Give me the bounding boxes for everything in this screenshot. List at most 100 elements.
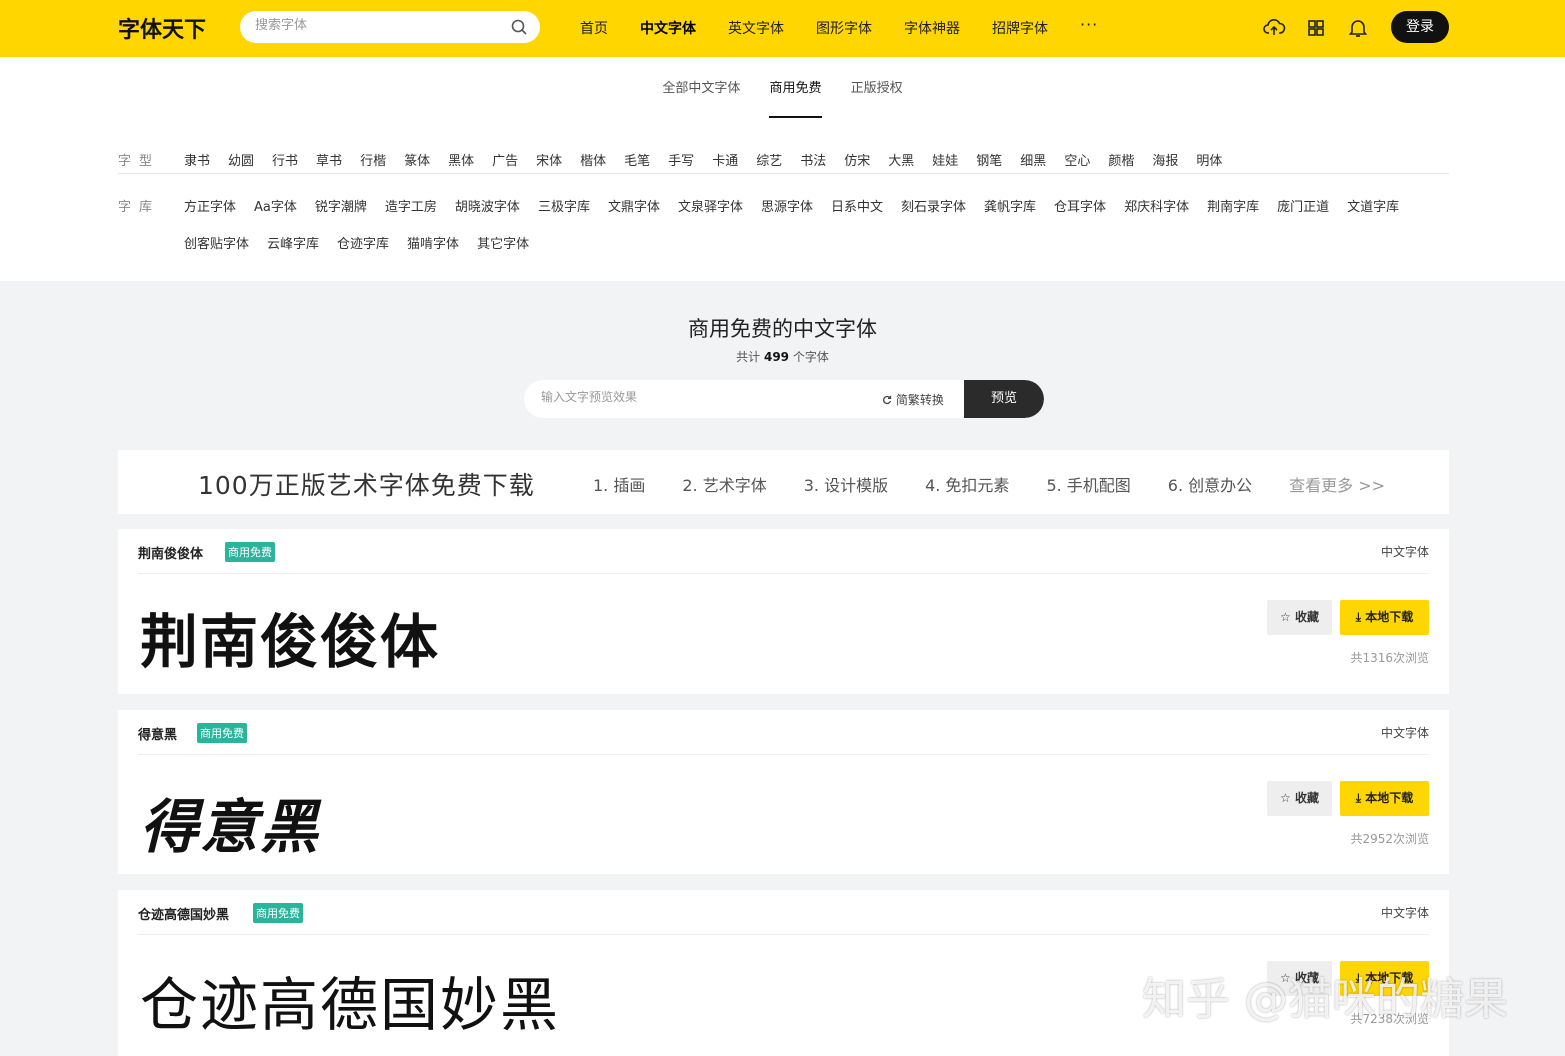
filter-lib-item[interactable]: 创客贴字体 bbox=[184, 233, 249, 252]
filter-type-item[interactable]: 手写 bbox=[668, 150, 694, 169]
filter-type-item[interactable]: 行书 bbox=[272, 150, 298, 169]
filter-lib-item[interactable]: 其它字体 bbox=[477, 233, 529, 252]
font-sample[interactable]: 仓迹高德国妙黑 bbox=[140, 958, 560, 1042]
filter-lib-item[interactable]: 猫啃字体 bbox=[407, 233, 459, 252]
filter-lib-item[interactable]: 刻石录字体 bbox=[901, 196, 966, 215]
banner-more-link[interactable]: 查看更多 >> bbox=[1289, 472, 1385, 496]
filter-type-item[interactable]: 幼圆 bbox=[228, 150, 254, 169]
font-category: 中文字体 bbox=[1380, 726, 1429, 740]
grid-icon[interactable] bbox=[1304, 16, 1328, 40]
banner-links: 1. 插画 2. 艺术字体 3. 设计模版 4. 免扣元素 5. 手机配图 6.… bbox=[593, 472, 1422, 496]
filter-type-item[interactable]: 综艺 bbox=[756, 150, 782, 169]
filter-type-item[interactable]: 卡通 bbox=[712, 150, 738, 169]
filter-lib-item[interactable]: 郑庆科字体 bbox=[1124, 196, 1189, 215]
filter-lib-item[interactable]: 思源字体 bbox=[761, 196, 813, 215]
filter-lib-item[interactable]: 方正字体 bbox=[184, 196, 236, 215]
filter-lib-item[interactable]: 文泉驿字体 bbox=[678, 196, 743, 215]
banner-link-illustration[interactable]: 1. 插画 bbox=[593, 472, 645, 496]
filter-lib-item[interactable]: 仓迹字库 bbox=[337, 233, 389, 252]
filter-type-item[interactable]: 细黑 bbox=[1020, 150, 1046, 169]
filter-lib-item[interactable]: Aa字体 bbox=[254, 196, 297, 215]
filter-type-item[interactable]: 书法 bbox=[800, 150, 826, 169]
font-name[interactable]: 荆南俊俊体 bbox=[138, 543, 203, 562]
favorite-label: 收藏 bbox=[1294, 791, 1319, 805]
filter-type-item[interactable]: 黑体 bbox=[448, 150, 474, 169]
download-label: 本地下载 bbox=[1365, 791, 1414, 805]
filter-lib-item[interactable]: 胡晓波字体 bbox=[455, 196, 520, 215]
nav-graphic-fonts[interactable]: 图形字体 bbox=[816, 18, 872, 38]
filter-type-item[interactable]: 仿宋 bbox=[844, 150, 870, 169]
filter-lib-item[interactable]: 龚帆字库 bbox=[984, 196, 1036, 215]
filter-type-item[interactable]: 空心 bbox=[1064, 150, 1090, 169]
tab-commercial-free[interactable]: 商用免费 bbox=[769, 77, 822, 118]
filter-type-item[interactable]: 楷体 bbox=[580, 150, 606, 169]
preview-text-input[interactable] bbox=[541, 390, 861, 404]
count-prefix: 共计 bbox=[736, 350, 761, 364]
filter-lib-item[interactable]: 三极字库 bbox=[538, 196, 590, 215]
site-logo[interactable]: 字体天下 bbox=[118, 12, 206, 44]
banner-link-mobile[interactable]: 5. 手机配图 bbox=[1046, 472, 1130, 496]
filter-type-item[interactable]: 娃娃 bbox=[932, 150, 958, 169]
download-icon: ⤓ bbox=[1355, 791, 1362, 805]
filter-type-item[interactable]: 行楷 bbox=[360, 150, 386, 169]
filter-type-item[interactable]: 篆体 bbox=[404, 150, 430, 169]
upload-cloud-icon[interactable] bbox=[1262, 16, 1286, 40]
filter-lib-item[interactable]: 云峰字库 bbox=[267, 233, 319, 252]
nav-english-fonts[interactable]: 英文字体 bbox=[728, 18, 784, 38]
font-sample[interactable]: 荆南俊俊体 bbox=[140, 595, 440, 679]
filter-lib-item[interactable]: 锐字潮牌 bbox=[315, 196, 367, 215]
filter-lib-item[interactable]: 文鼎字体 bbox=[608, 196, 660, 215]
search-input[interactable] bbox=[255, 18, 505, 33]
filter-type-item[interactable]: 海报 bbox=[1152, 150, 1178, 169]
font-sample[interactable]: 得意黑 bbox=[140, 780, 320, 864]
star-icon: ☆ bbox=[1280, 610, 1291, 624]
filter-type-item[interactable]: 毛笔 bbox=[624, 150, 650, 169]
download-label: 本地下载 bbox=[1365, 610, 1414, 624]
favorite-button[interactable]: ☆ 收藏 bbox=[1267, 600, 1332, 635]
filter-lib-item[interactable]: 文道字库 bbox=[1347, 196, 1399, 215]
font-name[interactable]: 仓迹高德国妙黑 bbox=[138, 904, 229, 923]
nav-more[interactable]: ··· bbox=[1080, 15, 1098, 38]
sub-tabs: 全部中文字体 商用免费 正版授权 bbox=[0, 77, 1565, 118]
filter-lib-item[interactable]: 造字工房 bbox=[385, 196, 437, 215]
view-count: 共2952次浏览 bbox=[1350, 832, 1429, 846]
promo-banner[interactable]: 100万正版艺术字体免费下载 1. 插画 2. 艺术字体 3. 设计模版 4. … bbox=[118, 450, 1449, 514]
view-count: 共1316次浏览 bbox=[1350, 651, 1429, 665]
bell-icon[interactable] bbox=[1346, 16, 1370, 40]
filter-type-item[interactable]: 宋体 bbox=[536, 150, 562, 169]
convert-toggle[interactable]: 简繁转换 bbox=[882, 391, 944, 408]
filter-type-item[interactable]: 颜楷 bbox=[1108, 150, 1134, 169]
filter-lib-item[interactable]: 日系中文 bbox=[831, 196, 883, 215]
nav-font-tools[interactable]: 字体神器 bbox=[904, 18, 960, 38]
font-name[interactable]: 得意黑 bbox=[138, 724, 177, 743]
nav-chinese-fonts[interactable]: 中文字体 bbox=[640, 18, 696, 38]
banner-link-art-fonts[interactable]: 2. 艺术字体 bbox=[682, 472, 766, 496]
filter-type-item[interactable]: 隶书 bbox=[184, 150, 210, 169]
filter-type-item[interactable]: 广告 bbox=[492, 150, 518, 169]
filter-type-item[interactable]: 明体 bbox=[1196, 150, 1222, 169]
download-icon: ⤓ bbox=[1355, 610, 1362, 624]
filter-lib-item[interactable]: 仓耳字体 bbox=[1054, 196, 1106, 215]
search-box bbox=[240, 11, 540, 43]
banner-link-templates[interactable]: 3. 设计模版 bbox=[804, 472, 888, 496]
filter-type-item[interactable]: 大黑 bbox=[888, 150, 914, 169]
login-button[interactable]: 登录 bbox=[1391, 11, 1449, 43]
filter-type-item[interactable]: 钢笔 bbox=[976, 150, 1002, 169]
nav-home[interactable]: 首页 bbox=[580, 18, 608, 38]
filter-type-item[interactable]: 草书 bbox=[316, 150, 342, 169]
download-button[interactable]: ⤓ 本地下载 bbox=[1340, 781, 1429, 816]
tab-all-chinese[interactable]: 全部中文字体 bbox=[662, 77, 740, 116]
filter-lib-list: 方正字体 Aa字体 锐字潮牌 造字工房 胡晓波字体 三极字库 文鼎字体 文泉驿字体 思源字体 日系… bbox=[184, 196, 1449, 270]
filter-lib-item[interactable]: 庞门正道 bbox=[1277, 196, 1329, 215]
filter-lib-item[interactable]: 荆南字库 bbox=[1207, 196, 1259, 215]
tab-licensed[interactable]: 正版授权 bbox=[851, 77, 903, 116]
card-divider bbox=[138, 934, 1429, 935]
favorite-button[interactable]: ☆ 收藏 bbox=[1267, 781, 1332, 816]
nav-sign-fonts[interactable]: 招牌字体 bbox=[992, 18, 1048, 38]
banner-link-elements[interactable]: 4. 免扣元素 bbox=[925, 472, 1009, 496]
search-icon[interactable] bbox=[510, 18, 528, 36]
preview-button[interactable]: 预览 bbox=[964, 380, 1044, 418]
banner-link-office[interactable]: 6. 创意办公 bbox=[1168, 472, 1252, 496]
header-icons bbox=[1262, 16, 1388, 40]
download-button[interactable]: ⤓ 本地下载 bbox=[1340, 600, 1429, 635]
